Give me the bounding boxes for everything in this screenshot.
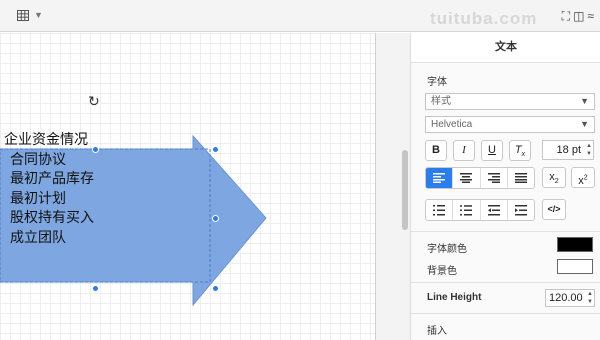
view-controls: ⛶ ◫ ≈ xyxy=(562,9,594,24)
rotate-handle-icon[interactable]: ↻ xyxy=(88,93,100,110)
superscript-icon: x2 xyxy=(578,174,588,187)
stepper-icon[interactable]: ▲ ▼ xyxy=(586,142,592,158)
resize-handle-top-right[interactable] xyxy=(212,146,219,153)
divider xyxy=(411,282,600,283)
vertical-scrollbar[interactable] xyxy=(402,150,408,230)
chevron-down-icon: ▼ xyxy=(580,119,589,129)
split-panel-icon[interactable]: ◫ xyxy=(573,9,584,24)
underline-button[interactable]: U xyxy=(481,140,503,161)
shape-text-line: 股权持有买入 xyxy=(10,209,94,225)
panel-tab-text[interactable]: 文本 xyxy=(411,33,600,63)
italic-button[interactable]: I xyxy=(453,140,475,161)
font-family-value: Helvetica xyxy=(431,119,473,130)
resize-handle-right[interactable] xyxy=(212,215,219,222)
font-size-value: 18 pt xyxy=(556,144,581,156)
stepper-icon[interactable]: ▲ ▼ xyxy=(587,290,593,306)
subscript-icon: x2 xyxy=(549,171,559,186)
top-toolbar: ▼ ⛶ ◫ ≈ xyxy=(0,0,600,32)
resize-handle-bottom-right[interactable] xyxy=(212,285,219,292)
collapse-icon[interactable]: ≈ xyxy=(587,9,594,24)
align-left-icon xyxy=(433,173,446,183)
insert-section-label: 插入 xyxy=(427,326,447,337)
indent-button[interactable] xyxy=(508,200,534,220)
line-height-value: 120.00 xyxy=(549,292,583,304)
shape-text[interactable]: 企业资金情况 合同协议 最初产品库存 最初计划 股权持有买入 成立团队 xyxy=(4,130,94,247)
shape-text-line: 成立团队 xyxy=(10,228,66,245)
font-size-input[interactable]: 18 pt ▲ ▼ xyxy=(542,140,594,160)
numbered-list-icon xyxy=(433,204,446,215)
clear-format-button[interactable]: Tx xyxy=(509,140,531,161)
justify-button[interactable] xyxy=(508,168,534,188)
resize-handle-bottom[interactable] xyxy=(92,285,99,292)
bullet-list-icon xyxy=(460,204,473,216)
app: ▼ ⛶ ◫ ≈ ↻ 企业资金情况 合同协议 最初产品库存 最初计划 股权持有买入… xyxy=(0,0,600,340)
font-section-label: 字体 xyxy=(427,77,447,88)
outdent-icon xyxy=(487,204,500,215)
chevron-down-icon: ▼ xyxy=(580,96,589,106)
background-color-label: 背景色 xyxy=(427,266,457,277)
table-icon[interactable] xyxy=(17,10,29,21)
bold-button[interactable]: B xyxy=(425,140,447,161)
style-select[interactable]: 样式 ▼ xyxy=(425,93,595,110)
shape-text-line: 最初计划 xyxy=(10,189,66,206)
align-buttons xyxy=(425,167,535,189)
background-color-swatch[interactable] xyxy=(557,259,593,274)
align-center-icon xyxy=(460,173,473,183)
shape-text-line: 最初产品库存 xyxy=(10,170,94,186)
subscript-button[interactable]: x2 xyxy=(542,167,566,188)
font-color-swatch[interactable] xyxy=(557,237,593,252)
align-right-button[interactable] xyxy=(481,168,508,188)
line-height-input[interactable]: 120.00 ▲ ▼ xyxy=(545,289,595,307)
justify-icon xyxy=(514,173,527,183)
chevron-down-icon[interactable]: ▼ xyxy=(34,10,43,20)
align-left-button[interactable] xyxy=(426,168,454,188)
list-buttons xyxy=(425,199,535,221)
align-right-icon xyxy=(487,173,500,183)
divider xyxy=(411,313,600,314)
superscript-button[interactable]: x2 xyxy=(571,167,595,188)
font-color-label: 字体颜色 xyxy=(427,244,467,255)
align-center-button[interactable] xyxy=(453,168,481,188)
line-height-label: Line Height xyxy=(427,292,482,303)
shape-text-line: 合同协议 xyxy=(10,150,66,167)
outdent-button[interactable] xyxy=(481,200,508,220)
style-select-value: 样式 xyxy=(431,96,451,107)
bullet-list-button[interactable] xyxy=(453,200,481,220)
clear-format-icon: Tx xyxy=(514,144,526,159)
fit-page-icon[interactable]: ⛶ xyxy=(562,9,570,24)
numbered-list-button[interactable] xyxy=(426,200,454,220)
indent-icon xyxy=(514,204,527,215)
shape-text-line: 企业资金情况 xyxy=(4,131,88,147)
divider xyxy=(411,231,600,232)
font-family-select[interactable]: Helvetica ▼ xyxy=(425,116,595,133)
html-code-button[interactable]: </> xyxy=(542,199,566,220)
